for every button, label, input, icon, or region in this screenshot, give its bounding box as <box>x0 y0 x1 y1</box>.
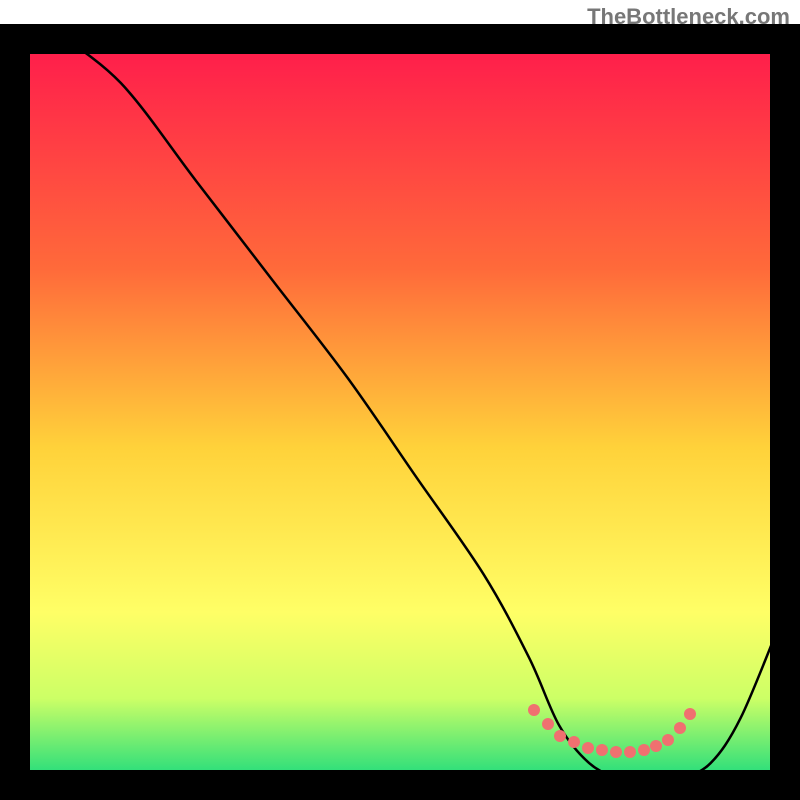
marker-dot <box>662 734 674 746</box>
marker-dot <box>638 744 650 756</box>
watermark: TheBottleneck.com <box>587 4 790 30</box>
marker-dot <box>684 708 696 720</box>
plot-background <box>30 54 770 770</box>
bottleneck-chart <box>0 0 800 800</box>
marker-dot <box>568 736 580 748</box>
marker-dot <box>528 704 540 716</box>
marker-dot <box>624 746 636 758</box>
marker-dot <box>582 742 594 754</box>
marker-dot <box>542 718 554 730</box>
marker-dot <box>610 746 622 758</box>
marker-dot <box>674 722 686 734</box>
marker-dot <box>596 744 608 756</box>
marker-dot <box>650 740 662 752</box>
marker-dot <box>554 730 566 742</box>
